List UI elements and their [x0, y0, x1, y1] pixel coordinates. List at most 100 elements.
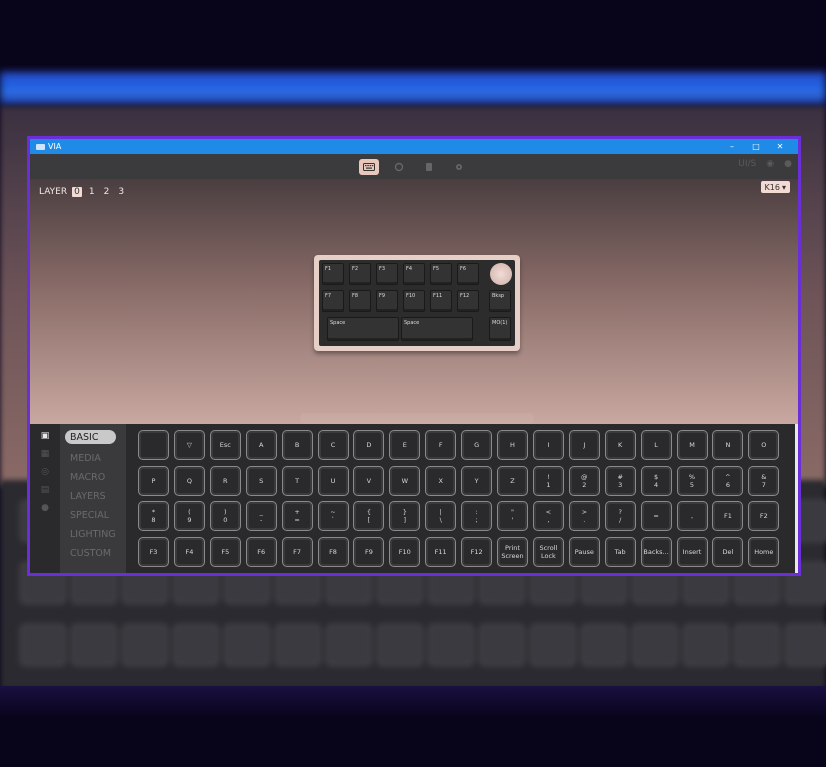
ui-scale-label[interactable]: UI/S	[738, 159, 756, 169]
keycode-key[interactable]: R	[209, 465, 241, 496]
preview-key[interactable]: F11	[430, 290, 452, 312]
keycode-key[interactable]: " '	[497, 501, 528, 531]
keycode-key[interactable]: F7	[281, 536, 313, 567]
keycode-key[interactable]: J	[568, 430, 600, 460]
keycode-key[interactable]: ) 0	[209, 501, 241, 531]
bulb-icon[interactable]: ●	[41, 502, 49, 514]
keycode-key[interactable]: }]	[389, 501, 421, 531]
keycode-key[interactable]: ,	[676, 501, 708, 531]
preview-key[interactable]: F5	[430, 263, 452, 285]
category-layers[interactable]: LAYERS	[60, 487, 126, 506]
category-media[interactable]: MEDIA	[60, 449, 126, 468]
keycode-key[interactable]: | \	[425, 501, 457, 531]
keycode-key[interactable]: <,	[532, 501, 564, 531]
keycode-key[interactable]: A	[245, 430, 277, 460]
keycode-key[interactable]: (9	[173, 501, 205, 531]
preview-key[interactable]: F8	[349, 290, 371, 312]
keycode-key[interactable]: P	[138, 465, 169, 496]
keycode-key[interactable]: O	[748, 430, 780, 460]
category-custom[interactable]: CUSTOM	[60, 544, 126, 563]
keycode-key[interactable]: U	[317, 465, 349, 496]
category-macro[interactable]: MACRO	[60, 468, 126, 487]
save-load-icon[interactable]: ▤	[41, 484, 50, 496]
keyboard-icon[interactable]	[359, 158, 379, 175]
github-icon[interactable]: ●	[784, 159, 792, 169]
keycode-key[interactable]: F5	[209, 536, 241, 567]
keycode-key[interactable]: N	[712, 430, 744, 460]
preview-key[interactable]: Bksp	[489, 290, 511, 312]
keycode-key[interactable]: Y	[461, 465, 493, 496]
keycode-key[interactable]: Insert	[676, 536, 708, 567]
keycode-key[interactable]: + =	[281, 501, 313, 531]
keyboard-select-dropdown[interactable]: K16 ▾	[760, 181, 790, 193]
keycode-key[interactable]: ~ `	[317, 501, 349, 531]
rotary-knob[interactable]	[490, 263, 512, 285]
keycode-key[interactable]: Tab	[604, 536, 636, 567]
keycode-key[interactable]: F10	[389, 536, 421, 567]
preview-key[interactable]: F10	[403, 290, 425, 312]
keycode-key[interactable]: & 7	[748, 465, 780, 496]
keycode-key[interactable]: _ -	[245, 501, 277, 531]
keycode-key[interactable]: ▽	[173, 430, 205, 460]
keymap-icon[interactable]: ▣	[41, 430, 50, 442]
layer-0-button[interactable]: 0	[72, 187, 82, 197]
keycode-key[interactable]: M	[676, 430, 708, 460]
keycode-key[interactable]: E	[389, 430, 421, 460]
close-button[interactable]: ✕	[768, 142, 792, 151]
keycode-key[interactable]: C	[317, 430, 349, 460]
keycode-key[interactable]: X	[425, 465, 457, 496]
category-basic[interactable]: BASIC	[65, 430, 116, 444]
preview-key[interactable]: Space	[327, 317, 399, 341]
keycode-key[interactable]: F	[425, 430, 457, 460]
keycode-key[interactable]: H	[497, 430, 528, 460]
preview-key[interactable]: Space	[401, 317, 473, 341]
keycode-key[interactable]: T	[281, 465, 313, 496]
keycode-key[interactable]: F11	[425, 536, 457, 567]
keycode-key[interactable]: L	[640, 430, 672, 460]
keycode-key[interactable]: Print Screen	[497, 536, 528, 567]
keycode-key[interactable]: Esc	[209, 430, 241, 460]
keycode-key[interactable]: Z	[497, 465, 528, 496]
keycode-key[interactable]: B	[281, 430, 313, 460]
preview-key[interactable]: F3	[376, 263, 398, 285]
preview-key[interactable]: F2	[349, 263, 371, 285]
layer-3-button[interactable]: 3	[116, 187, 126, 197]
keycode-key[interactable]: Scroll Lock	[532, 536, 564, 567]
keycode-key[interactable]: F8	[317, 536, 349, 567]
layer-2-button[interactable]: 2	[102, 187, 112, 197]
keycode-key[interactable]: * 8	[138, 501, 169, 531]
keycode-key[interactable]: F1	[712, 501, 744, 531]
test-icon[interactable]	[419, 159, 439, 175]
macros-icon[interactable]: ▦	[41, 448, 50, 460]
keycode-key[interactable]: Q	[173, 465, 205, 496]
keycode-key[interactable]: F12	[461, 536, 493, 567]
preview-key[interactable]: F4	[403, 263, 425, 285]
panel-scrollbar[interactable]	[795, 424, 798, 573]
keycode-key[interactable]: F6	[245, 536, 277, 567]
keycode-key[interactable]: S	[245, 465, 277, 496]
preview-key[interactable]: F1	[322, 263, 344, 285]
keycode-key[interactable]: F3	[138, 536, 169, 567]
keycode-key[interactable]: $4	[640, 465, 672, 496]
minimize-button[interactable]: –	[720, 142, 744, 151]
keycode-key[interactable]: F9	[353, 536, 385, 567]
keycode-key[interactable]: V	[353, 465, 385, 496]
category-special[interactable]: SPECIAL	[60, 506, 126, 525]
keycode-key[interactable]: @2	[568, 465, 600, 496]
keycode-key[interactable]: {[	[353, 501, 385, 531]
lighting-icon[interactable]: ◎	[41, 466, 49, 478]
layer-1-button[interactable]: 1	[87, 187, 97, 197]
keycode-key[interactable]: ! 1	[532, 465, 564, 496]
maximize-button[interactable]: □	[744, 142, 768, 151]
discord-icon[interactable]: ◉	[766, 159, 774, 169]
preview-key[interactable]: F12	[457, 290, 479, 312]
preview-key[interactable]: F7	[322, 290, 344, 312]
keycode-key[interactable]: =	[640, 501, 672, 531]
preview-key[interactable]: F6	[457, 263, 479, 285]
keycode-key[interactable]: >.	[568, 501, 600, 531]
keycode-key[interactable]: F4	[173, 536, 205, 567]
keycode-key[interactable]: D	[353, 430, 385, 460]
keycode-key[interactable]: I	[532, 430, 564, 460]
keycode-key[interactable]: Pause	[568, 536, 600, 567]
keycode-key[interactable]: G	[461, 430, 493, 460]
